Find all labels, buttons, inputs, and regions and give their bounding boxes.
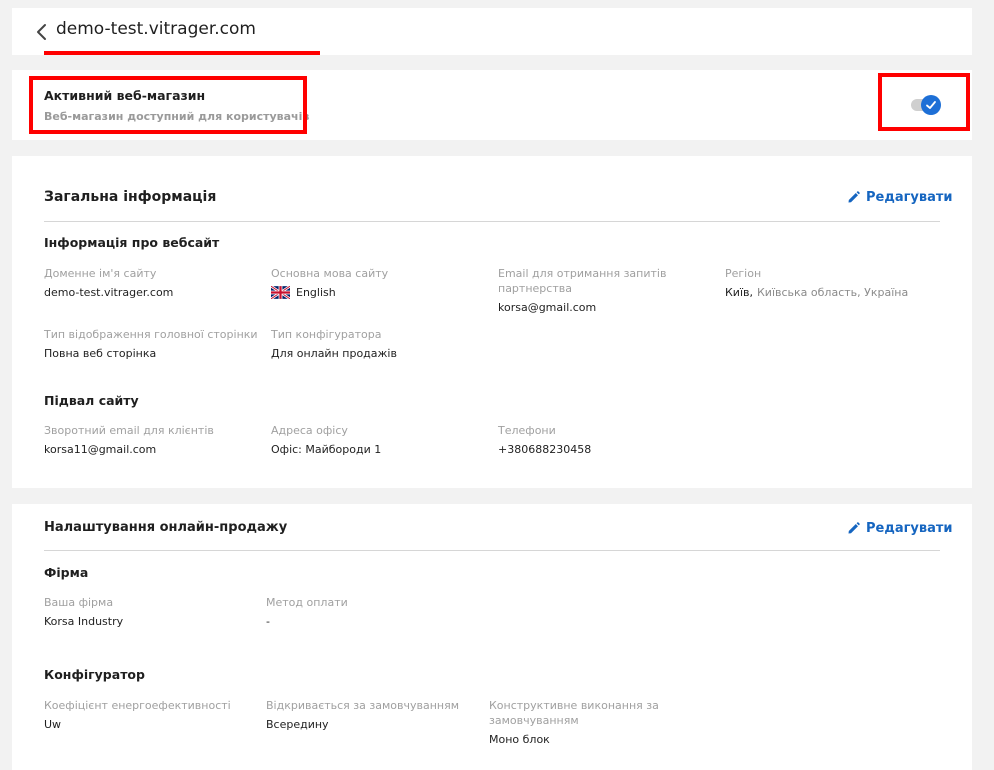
homepage-type-field: Тип відображення головної сторінки Повна… [44,327,264,361]
configurator-type-value: Для онлайн продажів [271,347,397,360]
region-label: Регіон [725,267,762,280]
region-city: Київ, [725,286,753,299]
homepage-type-label: Тип відображення головної сторінки [44,328,258,341]
page-title: demo-test.vitrager.com [56,19,256,39]
language-value: English [296,286,336,299]
active-store-toggle[interactable] [911,95,941,115]
divider [44,221,940,222]
your-firm-field: Ваша фірма Korsa Industry [44,595,244,629]
construction-value: Моно блок [489,733,550,746]
client-email-value: korsa11@gmail.com [44,443,157,456]
client-email-label: Зворотний email для клієнтів [44,424,214,437]
email-field: Email для отримання запитів партнерства … [498,266,688,315]
homepage-type-value: Повна веб сторінка [44,347,157,360]
highlight-underline [44,51,320,55]
header-bar: demo-test.vitrager.com [12,8,972,55]
client-email-field: Зворотний email для клієнтів korsa11@gma… [44,423,244,457]
region-rest: Київська область, Україна [757,286,909,299]
email-label: Email для отримання запитів партнерства [498,267,667,295]
office-address-field: Адреса офісу Офіс: Майбороди 1 [271,423,471,457]
energy-coef-field: Коефіцієнт енергоефективності Uw [44,698,259,732]
general-info-card: Загальна інформація Редагувати Інформаці… [12,156,972,488]
payment-method-label: Метод оплати [266,596,348,609]
phones-value: +380688230458 [498,443,592,456]
firm-heading: Фірма [44,565,89,580]
active-store-card: Активний веб-магазин Веб-магазин доступн… [12,70,972,140]
payment-method-value: - [266,615,270,628]
energy-coef-label: Коефіцієнт енергоефективності [44,699,231,712]
phones-label: Телефони [498,424,556,437]
configurator-type-field: Тип конфігуратора Для онлайн продажів [271,327,471,361]
uk-flag-icon [270,285,291,300]
payment-method-field: Метод оплати - [266,595,466,629]
your-firm-label: Ваша фірма [44,596,114,609]
domain-label: Доменне ім'я сайту [44,267,157,280]
sales-edit-button[interactable]: Редагувати [847,521,953,536]
construction-label: Конструктивне виконання за замовчуванням [489,699,659,727]
footer-heading: Підвал сайту [44,393,139,408]
toggle-knob [921,95,941,115]
back-arrow-icon[interactable] [34,22,50,42]
your-firm-value: Korsa Industry [44,615,124,628]
domain-field: Доменне ім'я сайту demo-test.vitrager.co… [44,266,244,300]
language-field: Основна мова сайту English [270,266,471,300]
domain-value: demo-test.vitrager.com [44,286,174,299]
checkmark-icon [926,101,936,109]
divider [44,550,940,551]
pencil-icon [848,191,860,203]
sales-edit-label: Редагувати [866,521,953,536]
general-edit-label: Редагувати [866,190,953,205]
online-sales-title: Налаштування онлайн-продажу [44,520,288,535]
phones-field: Телефони +380688230458 [498,423,698,457]
general-info-title: Загальна інформація [44,189,217,205]
email-value: korsa@gmail.com [498,301,597,314]
online-sales-card: Налаштування онлайн-продажу Редагувати Ф… [12,504,972,770]
website-info-heading: Інформація про вебсайт [44,235,220,250]
region-field: Регіон Київ, Київська область, Україна [725,266,945,300]
language-label: Основна мова сайту [271,267,389,280]
office-address-label: Адреса офісу [271,424,348,437]
construction-field: Конструктивне виконання за замовчуванням… [489,698,669,747]
opens-default-label: Відкривається за замовчуванням [266,699,460,712]
opens-default-field: Відкривається за замовчуванням Всередину [266,698,481,732]
pencil-icon [848,522,860,534]
highlight-box-title [29,76,307,134]
office-address-value: Офіс: Майбороди 1 [271,443,382,456]
general-edit-button[interactable]: Редагувати [847,190,953,205]
energy-coef-value: Uw [44,718,62,731]
configurator-type-label: Тип конфігуратора [271,328,382,341]
opens-default-value: Всередину [266,718,329,731]
configurator-heading: Конфігуратор [44,667,145,682]
